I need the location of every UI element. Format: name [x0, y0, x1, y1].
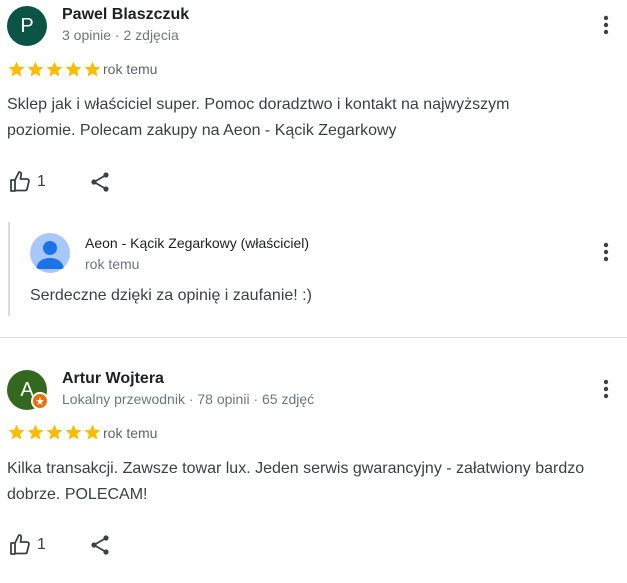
review-text: Sklep jak i właściciel super. Pomoc dora…	[7, 96, 510, 139]
like-button[interactable]: 1	[8, 533, 46, 557]
owner-avatar[interactable]	[30, 233, 70, 273]
share-icon[interactable]	[88, 170, 112, 199]
star-icon	[46, 61, 63, 77]
reply-divider	[8, 222, 10, 316]
review-text: Kilka transakcji. Zawsze towar lux. Jede…	[7, 460, 585, 503]
review-time: rok temu	[103, 61, 158, 77]
star-icon	[65, 61, 82, 77]
reviewer-avatar[interactable]: P	[7, 6, 47, 46]
reply-text: Serdeczne dzięki za opinię i zaufanie! :…	[30, 287, 312, 304]
star-icon	[84, 424, 101, 440]
reviewer-meta[interactable]: Lokalny przewodnik · 78 opinii · 65 zdję…	[62, 391, 314, 407]
star-icon	[27, 424, 44, 440]
star-icon	[8, 61, 25, 77]
thumb-up-icon	[10, 534, 30, 555]
star-icon	[84, 61, 101, 77]
star-icon	[27, 61, 44, 77]
review-divider	[0, 337, 627, 338]
local-guide-badge-icon	[31, 392, 49, 410]
reviewer-name[interactable]: Artur Wojtera	[62, 370, 164, 388]
owner-name[interactable]: Aeon - Kącik Zegarkowy (właściciel)	[85, 235, 309, 251]
star-rating	[7, 60, 102, 79]
thumb-up-icon	[10, 171, 30, 192]
reviewer-meta[interactable]: 3 opinie · 2 zdjęcia	[62, 27, 179, 43]
reply-more-options-icon[interactable]	[594, 240, 618, 264]
person-icon	[36, 241, 64, 269]
more-options-icon[interactable]	[594, 13, 618, 37]
star-icon	[65, 424, 82, 440]
like-count: 1	[37, 173, 46, 190]
star-icon	[46, 424, 63, 440]
avatar-letter: P	[20, 14, 34, 37]
star-icon	[8, 424, 25, 440]
share-icon[interactable]	[88, 533, 112, 562]
more-options-icon[interactable]	[594, 377, 618, 401]
reviewer-name[interactable]: Pawel Blaszczuk	[62, 6, 189, 24]
review-time: rok temu	[103, 425, 158, 441]
like-count: 1	[37, 536, 46, 553]
star-rating	[7, 423, 102, 442]
like-button[interactable]: 1	[8, 170, 46, 194]
reply-time: rok temu	[85, 256, 140, 272]
